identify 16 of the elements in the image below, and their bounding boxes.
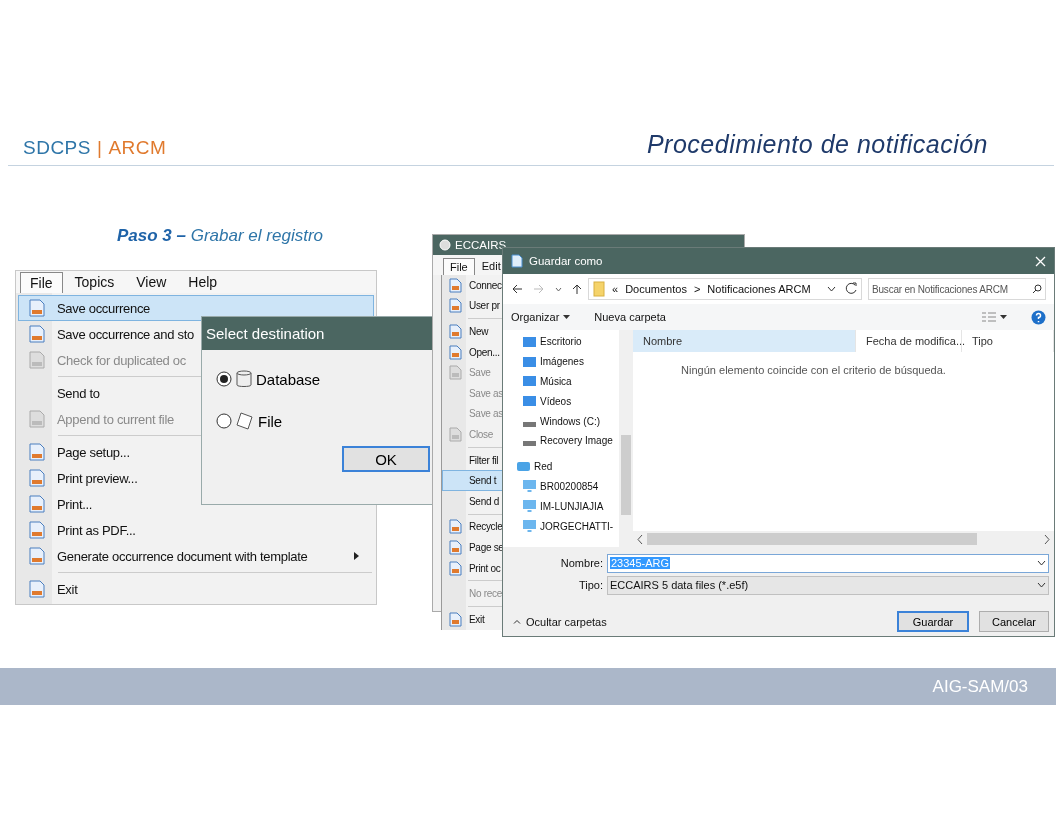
field-label: Nombre: [559,557,603,569]
brand-name: SDCPS [23,137,91,159]
footer-code: AIG-SAM/03 [932,676,1029,697]
breadcrumb-divider: > [693,283,701,295]
empty-message: Ningún elemento coincide con el criterio de búsqueda. [680,363,947,378]
brand-separator: | [96,137,103,159]
option-label: Database [256,370,321,388]
dialog-title: Guardar como [529,255,604,267]
window-title: ECCAIRS [455,239,507,251]
slide-title: Procedimiento de notificación [646,130,989,159]
step-caption: Paso 3 – Grabar el registro [117,226,323,246]
brand-suffix: ARCM [108,137,167,159]
dialog-title: Select destination [202,317,433,350]
option-label: File [258,412,283,430]
field-label: Tipo: [577,579,603,591]
breadcrumb-prefix: « [612,283,619,295]
